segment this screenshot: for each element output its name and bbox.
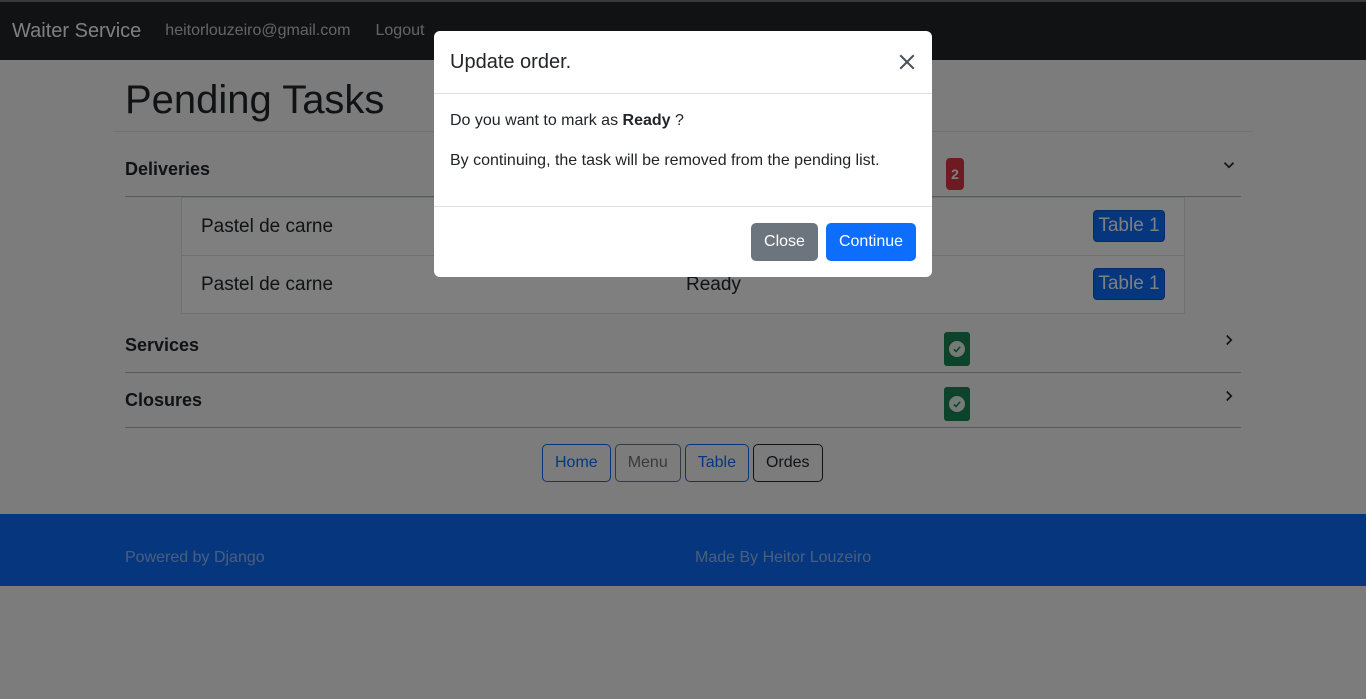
close-icon[interactable] <box>898 53 916 71</box>
continue-button[interactable]: Continue <box>826 223 916 261</box>
close-button[interactable]: Close <box>751 223 818 261</box>
update-order-modal: Update order. Do you want to mark as Rea… <box>434 31 932 277</box>
question-status: Ready <box>622 112 671 129</box>
question-suffix: ? <box>675 112 684 129</box>
modal-header: Update order. <box>434 31 932 94</box>
modal-question: Do you want to mark as Ready ? <box>450 112 916 130</box>
modal-title: Update order. <box>450 51 572 73</box>
modal-note: By continuing, the task will be removed … <box>450 152 880 169</box>
modal-body: Do you want to mark as Ready ? By contin… <box>434 94 932 207</box>
modal-footer: Close Continue <box>434 207 932 277</box>
question-prefix: Do you want to mark as <box>450 112 619 129</box>
